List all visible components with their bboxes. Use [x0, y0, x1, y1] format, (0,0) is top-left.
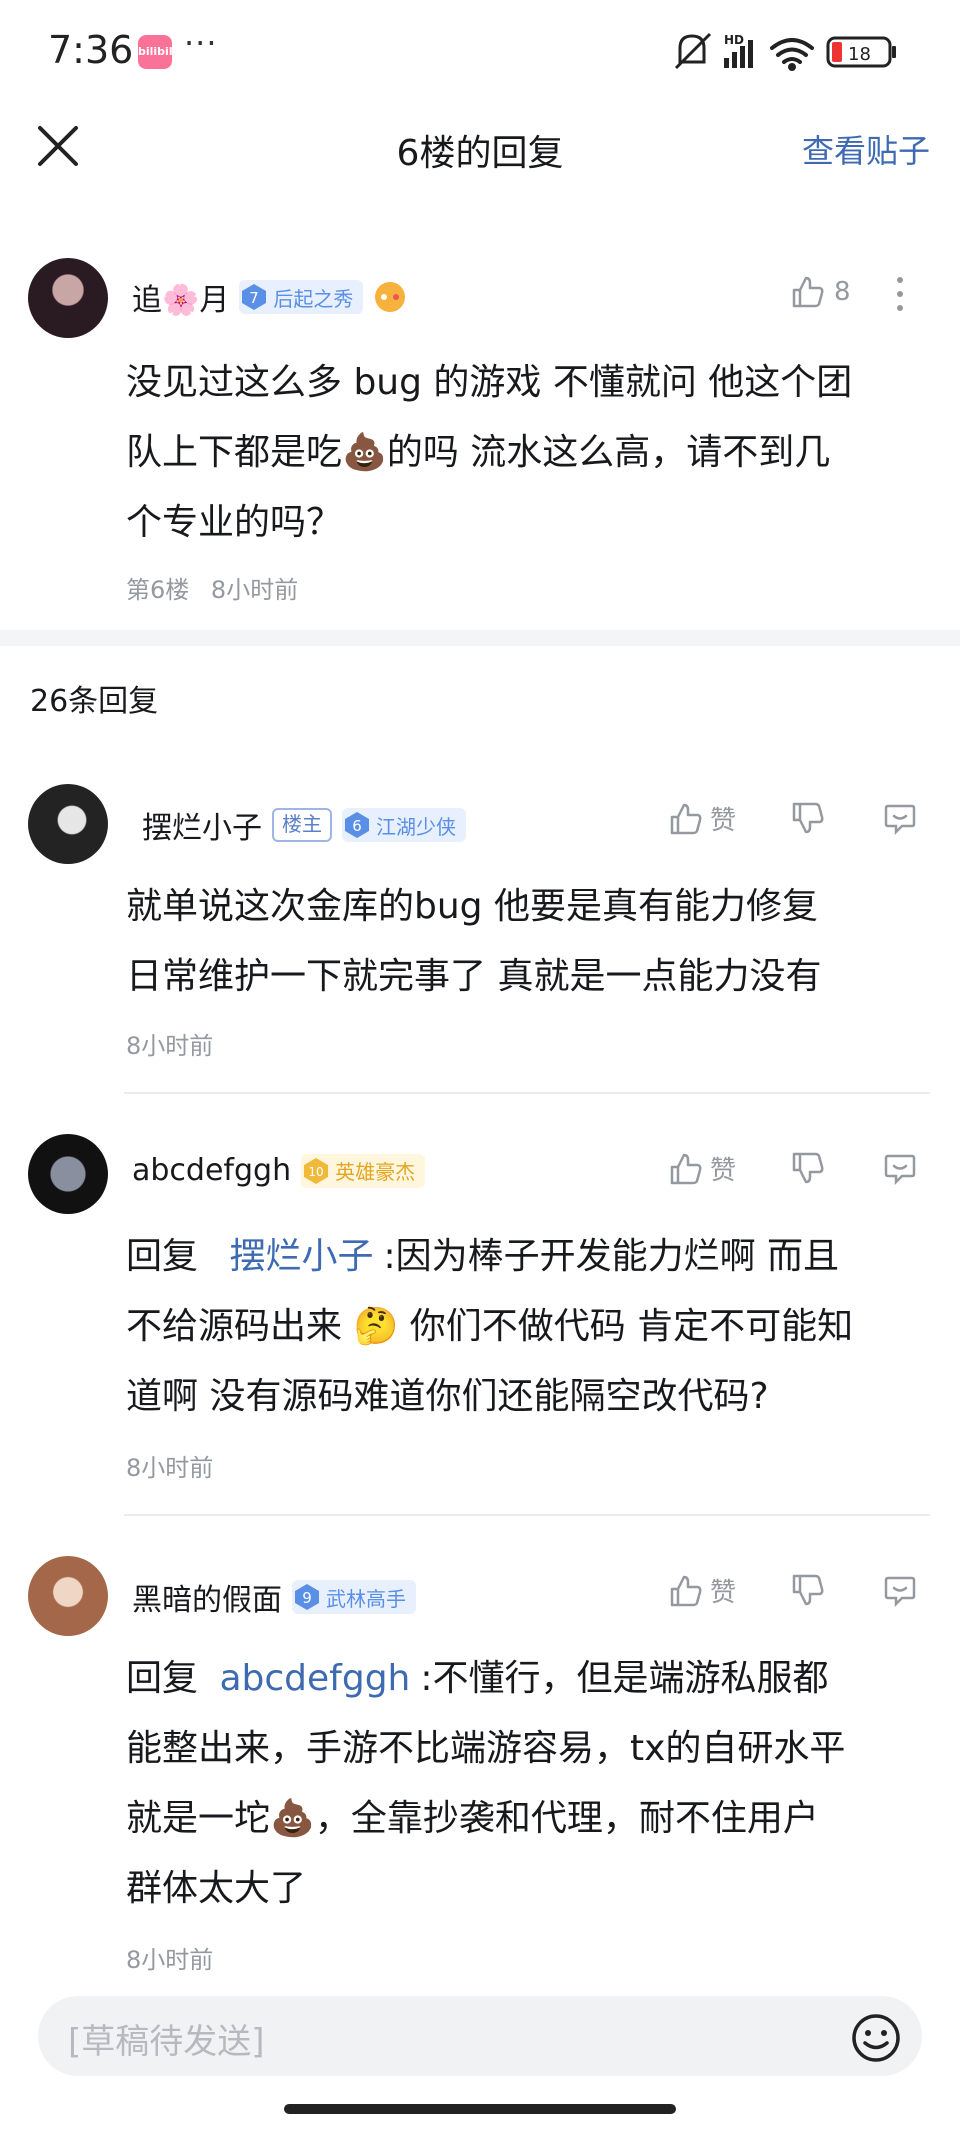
home-indicator[interactable]	[284, 2104, 676, 2114]
level-badge: 6 江湖少侠	[342, 808, 466, 842]
view-post-link[interactable]: 查看贴子	[802, 126, 930, 172]
reply-comment-icon[interactable]	[882, 1572, 918, 1608]
avatar[interactable]	[28, 1134, 108, 1214]
reply-prefix: 回复	[126, 1658, 199, 1699]
thumbs-up-icon	[670, 803, 702, 834]
svg-text:7: 7	[250, 289, 260, 307]
battery-icon: 18	[826, 36, 896, 68]
thumbs-up-icon	[670, 1575, 702, 1606]
thumbs-down-icon[interactable]	[790, 1150, 826, 1186]
level-gem-icon: 6	[345, 812, 369, 838]
comment-line: 个专业的吗？	[126, 502, 343, 543]
status-bar: 7:36 bilibili ··· HD 18	[0, 0, 960, 104]
level-gem-icon: 9	[295, 1584, 319, 1610]
username[interactable]: 黑暗的假面	[132, 1575, 282, 1619]
level-gem-icon: 7	[242, 284, 267, 310]
battery-level: 18	[848, 44, 871, 65]
floor-number: 第6楼	[126, 576, 190, 604]
like-button[interactable]: 赞	[668, 800, 736, 837]
reply-line-text: :不懂行，但是端游私服都	[420, 1658, 829, 1699]
reply-line: 日常维护一下就完事了 真就是一点能力没有	[126, 956, 822, 997]
status-time: 7:36	[48, 28, 134, 72]
reply-prefix: 回复	[126, 1236, 199, 1277]
mention-link[interactable]: abcdefggh	[219, 1658, 410, 1699]
level-title: 江湖少侠	[376, 814, 456, 839]
like-label: 赞	[710, 806, 737, 836]
comment-time: 8小时前	[210, 576, 299, 604]
level-badge: 10 英雄豪杰	[301, 1153, 426, 1188]
reply-text: 回复 摆烂小子:因为棒子开发能力烂啊 而且 不给源码出来 🤔 你们不做代码 肯定…	[126, 1222, 946, 1432]
thumbs-up-icon	[670, 1153, 702, 1184]
reply-comment-icon[interactable]	[882, 800, 918, 836]
reply-text: 就单说这次金库的bug 他要是真有能力修复 日常维护一下就完事了 真就是一点能力…	[126, 872, 946, 1012]
mute-icon	[674, 32, 712, 70]
reply-time: 8小时前	[126, 1946, 214, 1974]
reply-author-row: 摆烂小子 楼主 6 江湖少侠	[142, 803, 466, 847]
status-more-icon: ···	[184, 24, 218, 62]
thumbs-down-icon[interactable]	[790, 1572, 826, 1608]
reply-line: 不给源码出来 🤔 你们不做代码 肯定不可能知	[126, 1306, 854, 1347]
like-button[interactable]: 赞	[668, 1572, 736, 1609]
comment-text: 没见过这么多 bug 的游戏 不懂就问 他这个团 队上下都是吃💩的吗 流水这么高…	[126, 348, 946, 558]
reply-line: 能整出来，手游不比端游容易，tx的自研水平	[126, 1728, 846, 1769]
system-status-icons: HD 18	[674, 32, 896, 71]
username[interactable]: abcdefggh	[132, 1153, 291, 1188]
level-title: 英雄豪杰	[335, 1160, 416, 1184]
level-title: 后起之秀	[273, 286, 354, 311]
reply-line: 回复 abcdefggh:不懂行，但是端游私服都	[126, 1644, 946, 1714]
section-divider	[0, 630, 960, 646]
level-title: 武林高手	[326, 1586, 406, 1611]
more-options-icon[interactable]	[888, 274, 912, 314]
comment-line: 没见过这么多 bug 的游戏 不懂就问 他这个团	[126, 362, 853, 403]
reply-line: 回复 摆烂小子:因为棒子开发能力烂啊 而且	[126, 1222, 946, 1292]
hd-label: HD	[724, 33, 744, 47]
like-button[interactable]: 8	[790, 274, 851, 310]
comment-author-row: 追🌸月 7 后起之秀	[132, 275, 407, 319]
reply-time: 8小时前	[126, 1032, 214, 1060]
comment-meta: 第6楼 8小时前	[126, 570, 298, 605]
reply-line: 道啊 没有源码难道你们还能隔空改代码?	[126, 1376, 769, 1417]
wifi-icon	[770, 38, 814, 71]
replies-count: 26条回复	[30, 684, 159, 719]
comment-line: 队上下都是吃💩的吗 流水这么高，请不到几	[126, 432, 831, 473]
level-badge: 9 武林高手	[292, 1580, 416, 1614]
reply-author-row: abcdefggh 10 英雄豪杰	[132, 1153, 426, 1188]
avatar[interactable]	[28, 1556, 108, 1636]
reply-line: 就单说这次金库的bug 他要是真有能力修复	[126, 886, 818, 927]
reply-line-text: :因为棒子开发能力烂啊 而且	[383, 1236, 840, 1277]
reply-line: 群体太大了	[126, 1868, 307, 1909]
level-badge: 7 后起之秀	[239, 280, 364, 314]
svg-text:9: 9	[302, 1589, 312, 1607]
like-label: 赞	[710, 1578, 737, 1608]
avatar[interactable]	[28, 784, 108, 864]
reply-text: 回复 abcdefggh:不懂行，但是端游私服都 能整出来，手游不比端游容易，t…	[126, 1644, 946, 1924]
svg-text:6: 6	[352, 817, 362, 835]
bilibili-app-icon: bilibili	[138, 35, 176, 69]
owner-tag: 楼主	[272, 808, 332, 842]
like-label: 赞	[710, 1156, 737, 1186]
reply-author-row: 黑暗的假面 9 武林高手	[132, 1575, 416, 1619]
like-count: 8	[834, 277, 851, 307]
svg-text:10: 10	[308, 1165, 323, 1179]
reply-time: 8小时前	[126, 1454, 214, 1482]
mention-link[interactable]: 摆烂小子	[229, 1236, 373, 1277]
reply-divider	[124, 1092, 930, 1094]
comment-input-placeholder: [草稿待发送]	[68, 2022, 265, 2062]
avatar[interactable]	[28, 258, 108, 338]
emoji-icon[interactable]	[850, 2012, 902, 2064]
reply-comment-icon[interactable]	[882, 1150, 918, 1186]
gamepad-icon	[375, 282, 406, 312]
thumbs-up-icon	[792, 276, 824, 308]
thumbs-down-icon[interactable]	[790, 800, 826, 836]
level-gem-icon: 10	[304, 1157, 329, 1184]
username[interactable]: 追🌸月	[132, 275, 229, 319]
reply-divider	[124, 1514, 930, 1516]
reply-line: 就是一坨💩，全靠抄袭和代理，耐不住用户	[126, 1798, 819, 1839]
username[interactable]: 摆烂小子	[142, 803, 262, 847]
like-button[interactable]: 赞	[668, 1150, 736, 1187]
